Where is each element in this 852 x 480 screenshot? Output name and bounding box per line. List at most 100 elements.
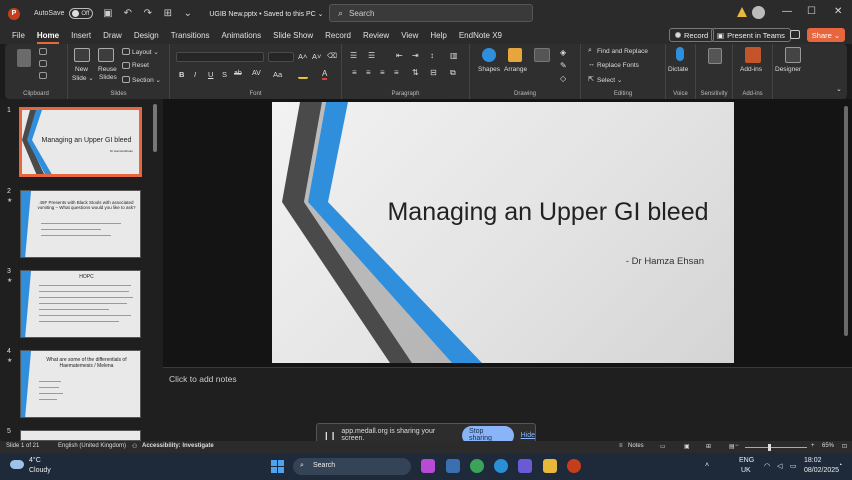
clock-time[interactable]: 18:02 — [804, 457, 822, 464]
smartart-icon[interactable]: ⧉ — [450, 68, 456, 78]
sensitivity-icon[interactable] — [708, 48, 722, 64]
redo-icon[interactable]: ↷ — [142, 8, 153, 19]
tab-transitions[interactable]: Transitions — [165, 27, 216, 44]
present-icon[interactable]: ⊞ — [162, 8, 173, 19]
increase-font-icon[interactable]: A˄ — [298, 52, 307, 61]
document-title[interactable]: UGIB New.pptx • Saved to this PC ⌄ — [209, 10, 323, 18]
line-spacing-icon[interactable]: ↕ — [430, 51, 434, 60]
clock-date[interactable]: 08/02/2025 — [804, 467, 839, 474]
tab-view[interactable]: View — [395, 27, 424, 44]
copy-icon[interactable] — [39, 60, 47, 67]
shapes-icon[interactable] — [482, 48, 496, 62]
new-slide-icon[interactable] — [74, 48, 90, 62]
search-input[interactable]: ⌕ Search — [329, 4, 533, 22]
slide-sorter-icon[interactable]: ⊞ — [706, 443, 711, 450]
text-direction-icon[interactable]: ⇅ — [412, 68, 419, 77]
underline-button[interactable]: U — [208, 70, 213, 79]
thumbnail-scrollbar[interactable] — [152, 103, 157, 436]
shape-fill-icon[interactable]: ◈ — [560, 48, 566, 57]
shape-outline-icon[interactable]: ✎ — [560, 61, 567, 70]
tab-home[interactable]: Home — [31, 27, 65, 44]
cloud-icon[interactable] — [10, 460, 24, 469]
italic-button[interactable]: I — [194, 70, 196, 79]
slide-thumbnail-4[interactable]: What are some of the differentials of Ha… — [20, 350, 141, 418]
zoom-out-icon[interactable]: − — [735, 443, 739, 449]
reset-button[interactable]: Reset — [132, 62, 149, 69]
edge-icon[interactable] — [494, 459, 508, 473]
record-button[interactable]: Record — [669, 28, 715, 42]
tab-slide-show[interactable]: Slide Show — [267, 27, 319, 44]
avatar[interactable] — [752, 6, 765, 19]
shapes-button[interactable]: Shapes — [478, 66, 500, 73]
copilot-icon[interactable] — [421, 459, 435, 473]
select-button[interactable]: Select ⌄ — [597, 76, 622, 84]
font-name-select[interactable] — [176, 52, 264, 62]
undo-icon[interactable]: ↶ — [122, 8, 133, 19]
strikethrough-button[interactable]: ab — [234, 70, 242, 77]
align-center-icon[interactable]: ≡ — [366, 68, 371, 77]
slide-thumbnail-2[interactable]: 45F Presents with Black Stools with asso… — [20, 190, 141, 258]
font-size-select[interactable] — [268, 52, 294, 62]
cut-icon[interactable] — [39, 48, 47, 55]
language-indicator-2[interactable]: UK — [741, 467, 751, 474]
zoom-slider[interactable] — [745, 447, 807, 448]
clear-formatting-icon[interactable]: ⌫ — [327, 52, 337, 60]
addins-icon[interactable] — [745, 47, 761, 63]
reuse-slides-label-2[interactable]: Slides — [99, 74, 117, 81]
slide-thumbnail-1[interactable]: Managing an Upper GI bleed Dr Hamza Ehsa… — [19, 107, 142, 177]
tab-endnote[interactable]: EndNote X9 — [453, 27, 508, 44]
slide-thumbnail-3[interactable]: HOPC — [20, 270, 141, 338]
find-replace-button[interactable]: Find and Replace — [597, 48, 648, 55]
warning-icon[interactable] — [737, 7, 747, 17]
reuse-slides-icon[interactable] — [98, 48, 114, 62]
hide-link[interactable]: Hide — [521, 432, 535, 439]
slide-thumbnail-5[interactable] — [20, 430, 141, 441]
paste-icon[interactable] — [17, 49, 31, 67]
designer-button[interactable]: Designer — [775, 66, 801, 73]
quick-styles-icon[interactable] — [534, 48, 550, 62]
bullets-icon[interactable]: ☰ — [350, 51, 357, 60]
character-spacing-button[interactable]: AV — [252, 70, 261, 77]
photos-icon[interactable] — [446, 459, 460, 473]
section-button[interactable]: Section ⌄ — [132, 76, 161, 84]
shadow-button[interactable]: S — [222, 70, 227, 79]
font-color-button[interactable]: A — [322, 69, 328, 80]
arrange-icon[interactable] — [508, 48, 522, 62]
temperature[interactable]: 4°C — [29, 457, 41, 464]
zoom-level[interactable]: 65% — [822, 443, 834, 449]
minimize-button[interactable]: — — [782, 6, 792, 17]
align-right-icon[interactable]: ≡ — [380, 68, 385, 77]
tab-record[interactable]: Record — [319, 27, 357, 44]
save-icon[interactable]: ▣ — [102, 8, 113, 19]
tab-insert[interactable]: Insert — [65, 27, 97, 44]
microphone-icon[interactable] — [676, 47, 684, 61]
language-status[interactable]: English (United Kingdom) — [58, 443, 126, 449]
present-in-teams-button[interactable]: ▣ Present in Teams — [711, 28, 791, 42]
reuse-slides-label[interactable]: Reuse — [98, 66, 117, 73]
customize-qat-icon[interactable]: ⌄ — [182, 8, 193, 19]
teams-taskbar-icon[interactable] — [518, 459, 532, 473]
volume-icon[interactable]: ◁ — [777, 462, 782, 470]
tab-review[interactable]: Review — [357, 27, 395, 44]
comments-status-icon[interactable]: ▭ — [660, 443, 666, 450]
editor-scroll-thumb[interactable] — [844, 106, 848, 336]
arrange-button[interactable]: Arrange — [504, 66, 527, 73]
justify-icon[interactable]: ≡ — [394, 68, 399, 77]
shape-effects-icon[interactable]: ◇ — [560, 74, 566, 83]
wifi-icon[interactable]: ◠ — [764, 462, 770, 470]
change-case-button[interactable]: Aa — [273, 70, 282, 79]
file-explorer-icon[interactable] — [543, 459, 557, 473]
decrease-indent-icon[interactable]: ⇤ — [396, 51, 403, 60]
tab-file[interactable]: File — [6, 27, 31, 44]
addins-button[interactable]: Add-ins — [740, 66, 762, 73]
highlight-icon[interactable] — [298, 70, 308, 79]
battery-icon[interactable]: ▭ — [790, 462, 797, 470]
maximize-button[interactable]: ☐ — [807, 6, 816, 17]
notes-toggle-button[interactable]: Notes — [628, 443, 644, 449]
slide-subtitle[interactable]: - Dr Hamza Ehsan — [626, 256, 704, 267]
weather-status[interactable]: Cloudy — [29, 467, 51, 474]
close-button[interactable]: ✕ — [834, 6, 842, 17]
autosave-toggle[interactable]: Off — [69, 8, 94, 19]
dictate-button[interactable]: Dictate — [668, 66, 688, 73]
bold-button[interactable]: B — [179, 70, 184, 79]
